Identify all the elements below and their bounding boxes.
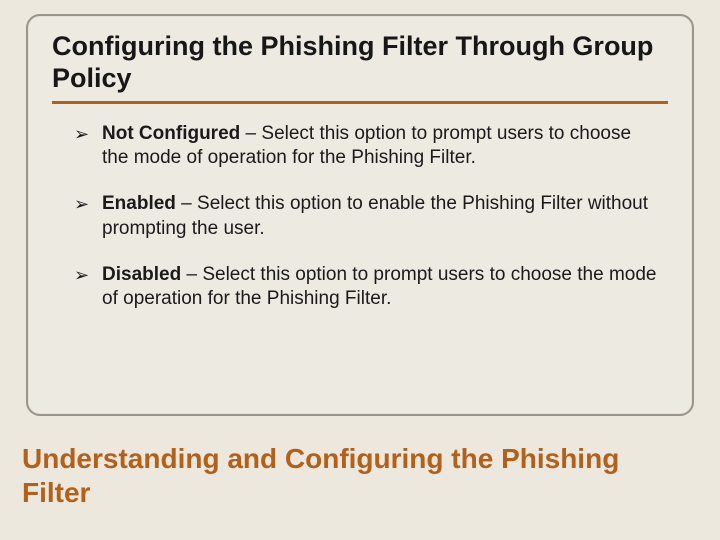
bullet-icon: ➢ xyxy=(74,123,89,146)
bullet-icon: ➢ xyxy=(74,193,89,216)
bullet-sep: – xyxy=(240,123,261,144)
bullet-label: Disabled xyxy=(102,264,181,285)
list-item: ➢ Enabled – Select this option to enable… xyxy=(102,192,658,241)
bullet-icon: ➢ xyxy=(74,264,89,287)
content-card: Configuring the Phishing Filter Through … xyxy=(26,14,694,416)
slide-page: Configuring the Phishing Filter Through … xyxy=(0,0,720,540)
list-item: ➢ Disabled – Select this option to promp… xyxy=(102,263,658,312)
bullet-label: Enabled xyxy=(102,193,176,214)
footer-title: Understanding and Configuring the Phishi… xyxy=(22,442,682,509)
bullet-sep: – xyxy=(176,193,197,214)
bullet-sep: – xyxy=(181,264,202,285)
bullet-list: ➢ Not Configured – Select this option to… xyxy=(52,122,668,312)
list-item: ➢ Not Configured – Select this option to… xyxy=(102,122,658,171)
bullet-label: Not Configured xyxy=(102,123,240,144)
card-title: Configuring the Phishing Filter Through … xyxy=(52,30,668,104)
